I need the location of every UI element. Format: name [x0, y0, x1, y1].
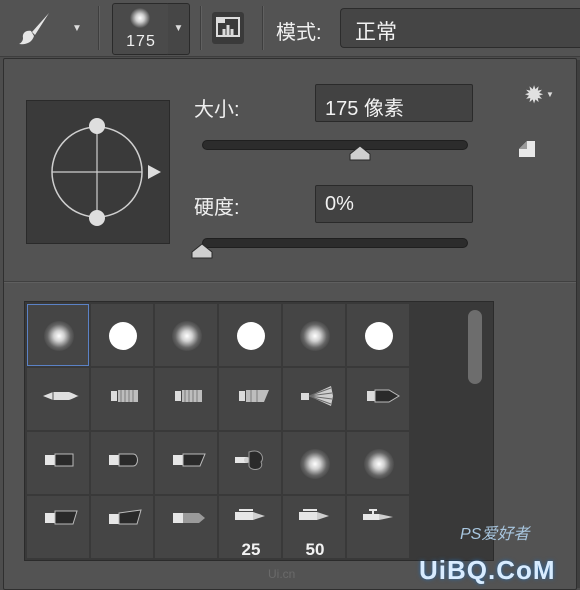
brush-preset-flat-blunt[interactable]: [27, 432, 89, 494]
hardness-input-value: 0%: [325, 193, 354, 215]
fan-bristle-brush-icon: [301, 386, 333, 406]
brush-preset-soft-round[interactable]: [283, 432, 345, 494]
hardness-input[interactable]: 0%: [315, 185, 473, 223]
angled-bristle-brush-icon: [239, 390, 269, 402]
brush-tip-angle-roundness-control[interactable]: [26, 100, 170, 244]
hard-round-brush-icon: [237, 322, 265, 350]
brush-size-label: 25: [241, 540, 261, 559]
blend-mode-value: 正常: [355, 21, 397, 44]
size-label: 大小:: [194, 99, 240, 121]
soft-round-brush-icon: [364, 449, 394, 479]
brush-preset-angled-flat-2[interactable]: [91, 496, 153, 558]
brush-preset-soft-round[interactable]: [27, 304, 89, 366]
brush-tip-preview-icon: [130, 8, 150, 28]
watermark-site: UiBQ.CoM: [419, 555, 556, 585]
airbrush-brush-icon: [299, 509, 329, 520]
brush-preset-flat-bristle[interactable]: [155, 368, 217, 430]
angled-blunt-brush-icon: [173, 453, 206, 467]
toggle-brush-panel-button[interactable]: [212, 12, 244, 44]
mode-label: 模式:: [276, 22, 322, 44]
brush-preset-hard-round[interactable]: [91, 304, 153, 366]
brush-tool-icon[interactable]: [16, 10, 52, 46]
scrollbar-thumb[interactable]: [468, 310, 482, 384]
brush-preset-soft-round[interactable]: [155, 304, 217, 366]
blend-mode-select[interactable]: 正常: [340, 8, 580, 48]
brush-preset-angled-blunt[interactable]: [155, 432, 217, 494]
brush-preset-airbrush[interactable]: 25: [219, 496, 281, 559]
soft-round-brush-icon: [300, 449, 330, 479]
angle-arrow-icon[interactable]: [148, 165, 161, 179]
round-blunt-brush-icon: [109, 453, 138, 467]
brush-preset-airbrush-2[interactable]: [347, 496, 409, 558]
brush-preset-soft-round[interactable]: [347, 432, 409, 494]
size-slider-track[interactable]: [202, 140, 468, 150]
hard-round-brush-icon: [365, 322, 393, 350]
size-input-value: 175 像素: [325, 98, 404, 120]
brush-preset-picker[interactable]: 175: [112, 3, 170, 55]
brush-preset-hard-round[interactable]: [219, 304, 281, 366]
brush-preset-sponge[interactable]: [219, 432, 281, 494]
popup-divider: [4, 281, 576, 283]
new-preset-page-icon[interactable]: [515, 137, 539, 161]
angled-flat-2-brush-icon: [109, 509, 142, 525]
brush-panel-icon: [216, 17, 240, 37]
settings-chevron-down-icon[interactable]: ▼: [546, 90, 554, 99]
brush-preset-round-blunt[interactable]: [91, 432, 153, 494]
airbrush-2-brush-icon: [363, 509, 393, 520]
toolbar-divider: [262, 6, 264, 50]
hard-round-brush-icon: [109, 322, 137, 350]
tool-preset-chevron-down-icon[interactable]: ▼: [72, 23, 82, 34]
gear-icon[interactable]: ✹: [524, 81, 544, 110]
toolbar-divider: [98, 6, 100, 50]
flat-point-brush-icon: [173, 513, 205, 523]
brush-size-label: 50: [305, 540, 325, 559]
brush-preset-pointed-bristle[interactable]: [347, 368, 409, 430]
brush-preset-fan-bristle[interactable]: [283, 368, 345, 430]
brush-preset-hard-round[interactable]: [347, 304, 409, 366]
options-bar: ▼ 175 ▼ 模式: 正常: [0, 0, 580, 57]
brush-preset-round-bristle[interactable]: [27, 368, 89, 430]
brush-preset-flat-point[interactable]: [155, 496, 217, 558]
soft-round-brush-icon: [172, 321, 202, 351]
size-input[interactable]: 175 像素: [315, 84, 473, 122]
brush-preset-chevron-down-icon[interactable]: ▼: [168, 3, 190, 55]
brush-preset-grid: 25 50: [24, 301, 494, 561]
soft-round-brush-icon: [44, 321, 74, 351]
brush-preset-popup: 大小: 175 像素 ✹ ▼ 硬度: 0% 25 50: [3, 58, 577, 590]
hardness-label: 硬度:: [194, 197, 240, 219]
soft-round-brush-icon: [300, 321, 330, 351]
pointed-bristle-brush-icon: [367, 389, 400, 403]
round-bristle-brush-icon: [43, 392, 79, 400]
angled-flat-brush-icon: [45, 510, 78, 525]
roundness-handle-top[interactable]: [89, 118, 105, 134]
sponge-brush-icon: [235, 450, 263, 470]
flat-blunt-brush-icon: [45, 453, 74, 467]
brush-preset-soft-round[interactable]: [283, 304, 345, 366]
brush-preset-flat-bristle[interactable]: [91, 368, 153, 430]
brush-size-readout: 175: [126, 33, 156, 50]
brush-preset-angled-bristle[interactable]: [219, 368, 281, 430]
brush-preset-airbrush[interactable]: 50: [283, 496, 345, 559]
toolbar-divider: [200, 6, 202, 50]
flat-bristle-brush-icon: [111, 390, 138, 402]
watermark-text: PS爱好者: [460, 526, 530, 543]
flat-bristle-brush-icon: [175, 390, 202, 402]
brush-preset-angled-flat[interactable]: [27, 496, 89, 558]
watermark-ui-cn: Ui.cn: [268, 567, 296, 581]
airbrush-brush-icon: [235, 509, 265, 520]
hardness-slider-track[interactable]: [202, 238, 468, 248]
roundness-handle-bottom[interactable]: [89, 210, 105, 226]
